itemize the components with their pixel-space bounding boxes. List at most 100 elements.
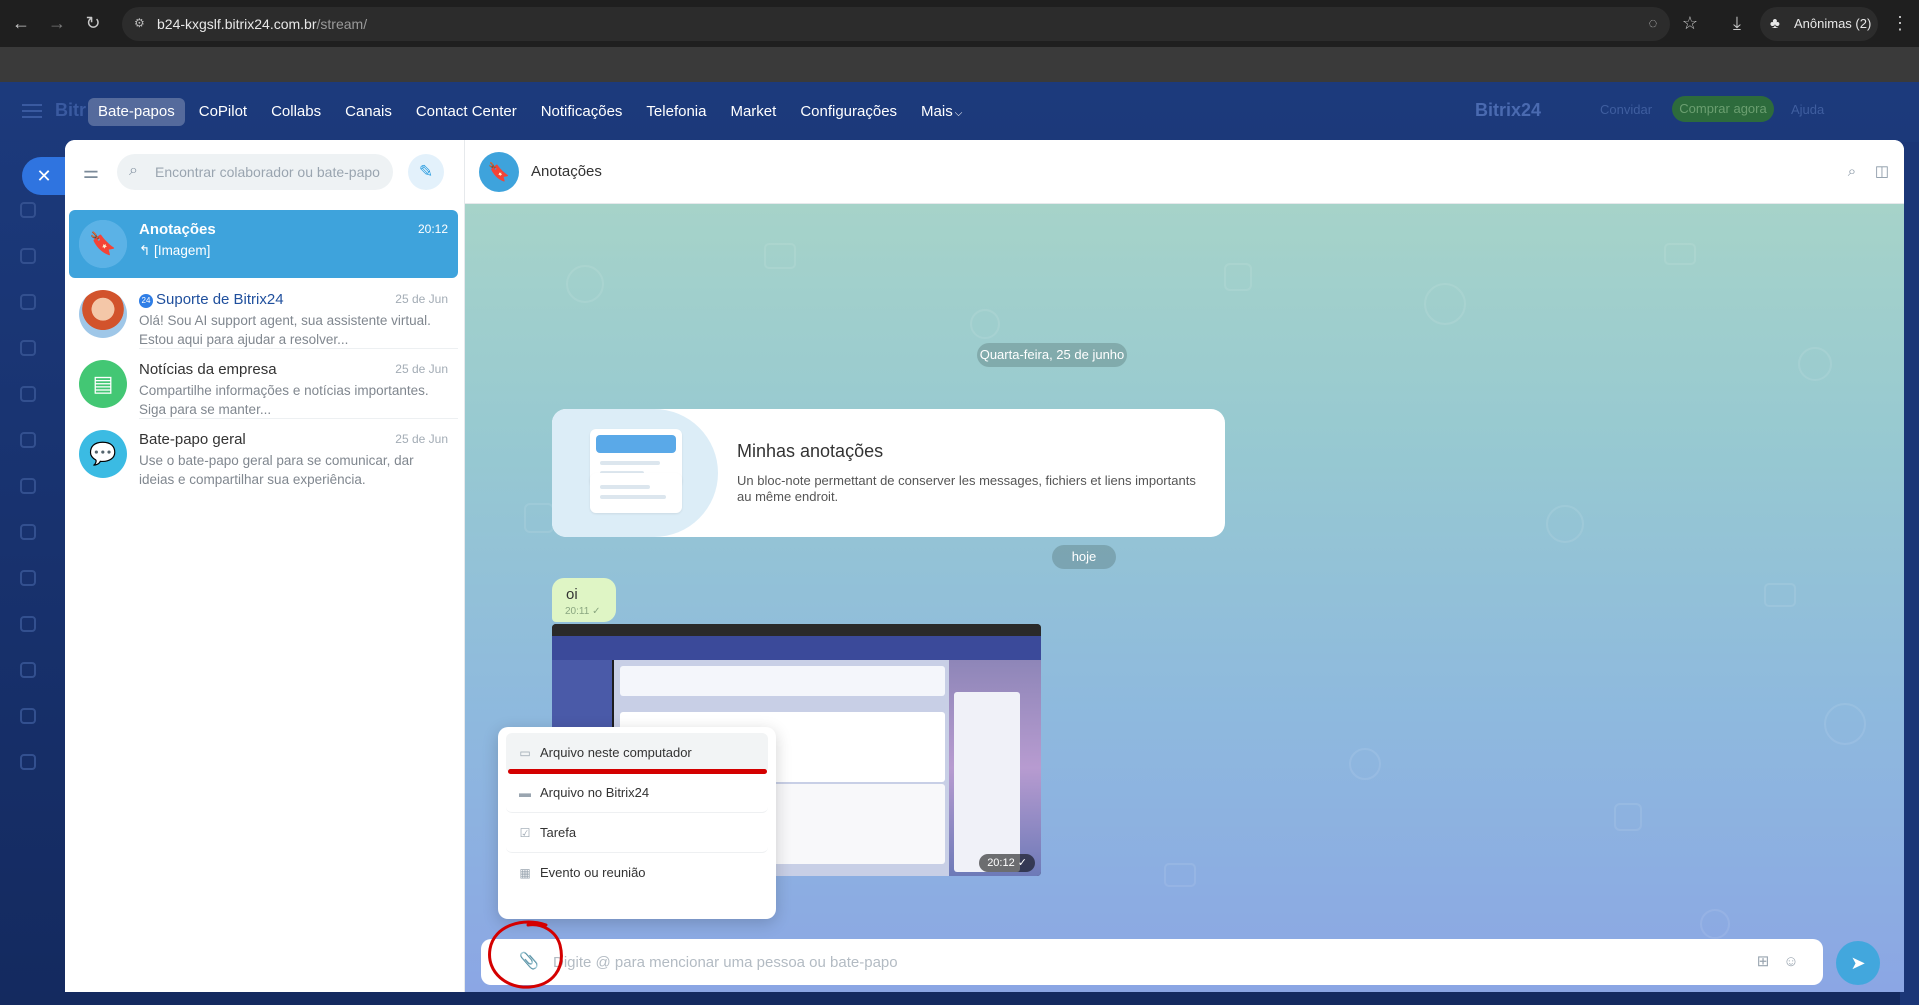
help-link: Ajuda [1791,102,1825,117]
eye-off-icon[interactable]: ◌ [1644,15,1662,33]
check-icon: ✓ [1017,857,1027,869]
reload-icon[interactable]: ↻ [80,10,106,36]
message-time-value: 20:11 [565,606,590,617]
incognito-icon: ♣ [1770,15,1780,32]
forward-icon[interactable]: → [44,10,70,36]
notes-intro-card: Minhas anotações Un bloc-note permettant… [552,409,1225,537]
new-chat-button[interactable]: ✎ [408,154,444,190]
chat-item-date: 25 de Jun [395,362,448,376]
browser-toolbar: ← → ↻ ⚙ b24-kxgslf.bitrix24.com.br/strea… [0,0,1919,47]
chat-item-anotacoes[interactable]: 🔖 Anotações 20:12 ↰ [Imagem] [69,210,458,278]
dialog-title: Anotações [531,163,602,180]
attach-menu-label: Arquivo no Bitrix24 [540,785,650,800]
chat-item-preview: Olá! Sou AI support agent, sua assistent… [139,313,431,347]
menu-item-canais[interactable]: Canais [335,98,402,126]
chat-item-preview: Compartilhe informações e notícias impor… [139,383,429,417]
attach-file-computer[interactable]: ▭ Arquivo neste computador [506,733,768,773]
chat-item-bate-papo-geral[interactable]: 💬 Bate-papo geral 25 de Jun Use o bate-p… [69,420,458,488]
portal-brand-right: Bitrix24 [1475,100,1542,120]
address-bar[interactable]: ⚙ b24-kxgslf.bitrix24.com.br/stream/ ◌ [122,7,1670,41]
divider [139,418,458,419]
apps-grid-icon[interactable]: ⊞ [1753,952,1773,972]
menu-item-mais[interactable]: Mais ⌵ [911,98,972,126]
bookmark-icon: 🔖 [79,220,127,268]
attach-event[interactable]: ▦ Evento ou reunião [506,853,768,893]
chat-list-header: ⚌ ⌕ ✎ [65,140,465,204]
menu-item-bate-papos[interactable]: Bate-papos [88,98,185,126]
chat-item-title: Bate-papo geral [139,431,246,448]
incognito-profile-button[interactable]: ♣ Anônimas (2) [1760,7,1878,41]
compose-icon: ✎ [418,162,434,181]
filter-settings-icon[interactable]: ⚌ [79,160,103,184]
message-text: oi [566,586,578,603]
messenger-window: ⚌ ⌕ ✎ 🔖 Anotações 20:12 ↰ [Imagem] 24Sup… [65,140,1904,992]
chat-item-title-text: Suporte de Bitrix24 [156,291,284,308]
avatar [79,290,127,338]
menu-item-collabs[interactable]: Collabs [261,98,331,126]
news-icon: ▤ [92,371,114,396]
chevron-down-icon: ⌵ [954,108,963,119]
notes-illustration [552,409,718,537]
menu-item-configuracoes[interactable]: Configurações [790,98,907,126]
close-messenger-button[interactable]: ✕ [22,157,66,195]
site-info-icon[interactable]: ⚙ [134,15,150,31]
message-area: Quarta-feira, 25 de junho Minhas anotaçõ… [465,204,1904,992]
chat-search-input[interactable] [155,154,385,190]
chat-item-date: 20:12 [417,222,448,236]
bookmark-icon: 🔖 [479,152,519,192]
url-text: b24-kxgslf.bitrix24.com.br/stream/ [157,16,367,32]
top-menu: Bate-papos CoPilot Collabs Canais Contac… [88,98,976,126]
dialog-header: 🔖 Anotações ⌕ ◫ [465,140,1904,204]
menu-item-copilot[interactable]: CoPilot [189,98,257,126]
url-path: /stream/ [316,16,368,32]
attach-file-bitrix24[interactable]: ▬ Arquivo no Bitrix24 [506,773,768,813]
message-input[interactable] [553,939,1703,985]
annotation-circle [488,920,563,989]
menu-item-contact-center[interactable]: Contact Center [406,98,527,126]
browser-menu-icon[interactable]: ⋮ [1890,10,1910,36]
avatar: ▤ [79,360,127,408]
chat-item-title: Notícias da empresa [139,361,277,378]
chat-item-noticias[interactable]: ▤ Notícias da empresa 25 de Jun Comparti… [69,350,458,419]
bitrix24-badge-icon: 24 [139,294,153,308]
url-host: b24-kxgslf.bitrix24.com.br [157,16,317,32]
portal-brand: Bitr [55,100,86,120]
sidebar-toggle-icon[interactable]: ◫ [1872,162,1892,182]
download-icon[interactable]: ⤓ [1724,10,1750,36]
annotation-underline [508,769,767,774]
send-button[interactable]: ➤ [1836,941,1880,985]
portal-side-icons [20,202,46,800]
intro-text: Un bloc-note permettant de conserver les… [737,473,1196,504]
attach-menu-label: Tarefa [540,825,577,840]
chat-list-panel: ⚌ ⌕ ✎ 🔖 Anotações 20:12 ↰ [Imagem] 24Sup… [65,140,465,992]
buy-now-button: Comprar agora [1672,96,1774,122]
back-icon[interactable]: ← [8,10,34,36]
chat-item-title: 24 Suporte de Bitrix24 [139,291,284,308]
drive-icon: ▬ [519,786,531,800]
menu-item-market[interactable]: Market [720,98,786,126]
chat-item-preview: ↰ [Imagem] [139,243,211,258]
invite-link: Convidar [1600,102,1653,117]
search-icon[interactable]: ⌕ [1842,162,1862,182]
attach-task[interactable]: ☑ Tarefa [506,813,768,853]
divider [139,348,458,349]
browser-strip [0,47,1919,82]
portal-menu-icon [22,104,42,118]
attach-menu: ▭ Arquivo neste computador ▬ Arquivo no Bi… [498,727,776,919]
image-time-value: 20:12 [987,857,1015,869]
menu-item-telefonia[interactable]: Telefonia [636,98,716,126]
message-input-bar: 📎 ⊞ ☺ [481,939,1823,985]
chat-item-date: 25 de Jun [395,292,448,306]
avatar: 💬 [79,430,127,478]
attach-menu-label: Evento ou reunião [540,865,646,880]
message-bubble[interactable]: oi 20:11 ✓ [552,578,616,622]
attach-menu-label: Arquivo neste computador [540,745,692,760]
incognito-label: Anônimas (2) [1794,16,1872,31]
send-icon: ➤ [1850,953,1866,973]
menu-item-notificacoes[interactable]: Notificações [531,98,633,126]
chat-search: ⌕ [117,154,393,190]
chat-item-suporte[interactable]: 24 Suporte de Bitrix24 25 de Jun Olá! Sou… [69,280,458,349]
task-icon: ☑ [519,826,531,840]
bookmark-star-icon[interactable]: ☆ [1677,10,1703,36]
emoji-icon[interactable]: ☺ [1781,952,1801,972]
